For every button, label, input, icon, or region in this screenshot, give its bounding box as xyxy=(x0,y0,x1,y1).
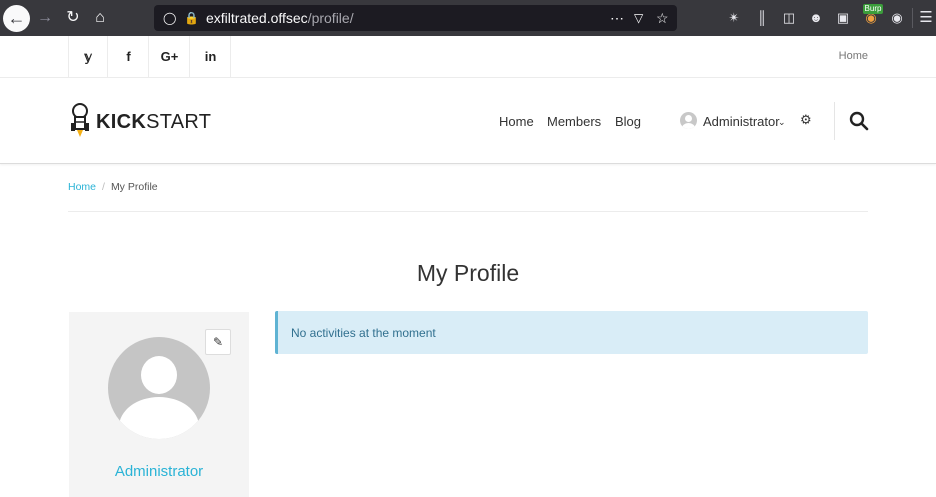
breadcrumb-home[interactable]: Home xyxy=(68,181,96,193)
nav-home[interactable]: Home xyxy=(499,114,534,129)
extension-icon[interactable]: ✴ xyxy=(725,9,743,27)
burp-badge: Burp xyxy=(863,4,883,14)
pencil-icon: ✎ xyxy=(212,335,224,349)
alert-text: No activities at the moment xyxy=(291,326,436,340)
account-icon[interactable]: ☻ xyxy=(807,9,825,27)
breadcrumb-separator: / xyxy=(102,181,105,193)
cookie-icon[interactable]: ◉ xyxy=(888,9,906,27)
more-icon[interactable]: ⋯ xyxy=(610,5,624,31)
user-menu-label[interactable]: Administrator xyxy=(703,114,780,129)
linkedin-icon[interactable]: in xyxy=(191,36,231,77)
google-plus-icon[interactable]: G+ xyxy=(150,36,190,77)
url-text[interactable]: exfiltrated.offsec/profile/ xyxy=(206,5,354,31)
header-divider xyxy=(834,102,835,140)
breadcrumb-current: My Profile xyxy=(110,181,158,193)
twitter-icon[interactable]: 𝕪 xyxy=(68,36,108,77)
sidebar-icon[interactable]: ◫ xyxy=(780,9,798,27)
topbar-home-link[interactable]: Home xyxy=(839,36,868,77)
facebook-icon[interactable]: f xyxy=(109,36,149,77)
breadcrumb: Home / My Profile xyxy=(68,181,158,193)
user-avatar[interactable] xyxy=(680,112,697,129)
browser-toolbar: ← → ↻ ⌂ ◯ 🔒 exfiltrated.offsec/profile/ … xyxy=(0,0,936,36)
shield-icon[interactable]: ◯ xyxy=(163,5,176,31)
pocket-icon[interactable]: ▽ xyxy=(634,5,643,31)
rocket-icon xyxy=(71,103,89,137)
nav-blog[interactable]: Blog xyxy=(615,114,641,129)
logo[interactable]: KICKSTART xyxy=(68,102,211,138)
nav-members[interactable]: Members xyxy=(547,114,601,129)
reload-icon[interactable]: ↻ xyxy=(61,6,85,30)
chevron-down-icon[interactable]: ⌄ xyxy=(778,117,786,128)
menu-icon[interactable]: ☰ xyxy=(917,9,935,27)
url-bar[interactable]: ◯ 🔒 exfiltrated.offsec/profile/ ⋯ ▽ ☆ xyxy=(154,5,677,31)
search-icon[interactable] xyxy=(849,111,869,131)
back-icon[interactable]: ← xyxy=(3,5,30,32)
breadcrumb-divider xyxy=(68,211,868,212)
bookmark-star-icon[interactable]: ☆ xyxy=(656,5,669,31)
site-topbar: 𝕪 f G+ in Home xyxy=(0,36,936,78)
library-icon[interactable]: ║ xyxy=(753,9,771,27)
forward-icon[interactable]: → xyxy=(33,6,57,30)
page-title: My Profile xyxy=(416,260,520,286)
toolbar-divider xyxy=(912,8,913,28)
gear-icon[interactable]: ⚙ xyxy=(800,112,812,128)
profile-card: ✎ Administrator xyxy=(69,312,249,497)
site-header: KICKSTART Home Members Blog Administrato… xyxy=(0,78,936,164)
profile-avatar xyxy=(108,337,210,439)
home-icon[interactable]: ⌂ xyxy=(88,6,112,30)
logo-text: KICKSTART xyxy=(96,111,212,133)
insecure-lock-icon[interactable]: 🔒 xyxy=(184,5,199,31)
profile-name[interactable]: Administrator xyxy=(69,463,249,480)
container-icon[interactable]: ▣ xyxy=(834,9,852,27)
activity-alert: No activities at the moment xyxy=(275,311,868,354)
edit-profile-button[interactable]: ✎ xyxy=(205,329,231,355)
